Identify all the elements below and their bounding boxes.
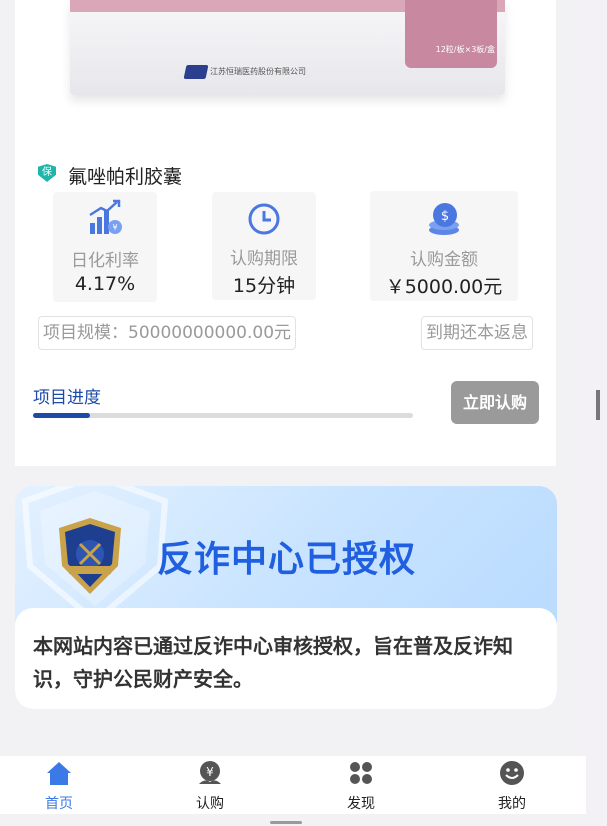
svg-text:¥: ¥ [206, 765, 214, 779]
maker-logo [183, 65, 209, 79]
product-image: 12粒/板×3板/盒 江苏恒瑞医药股份有限公司 [70, 0, 505, 95]
tab-subscribe[interactable]: ¥ 认购 [170, 756, 250, 814]
stat-label: 认购金额 [410, 250, 478, 270]
tab-label: 发现 [347, 796, 375, 812]
home-indicator[interactable] [270, 821, 302, 824]
svg-text:¥: ¥ [112, 223, 117, 232]
tab-label: 首页 [45, 796, 73, 812]
tab-mine[interactable]: 我的 [472, 756, 552, 814]
tab-discover[interactable]: 发现 [321, 756, 401, 814]
guarantee-badge-icon: 保 [38, 164, 56, 182]
police-badge-icon [59, 518, 121, 594]
repayment-method: 到期还本返息 [421, 316, 533, 350]
stat-daily-rate: ¥ 日化利率 4.17% [53, 192, 157, 302]
stat-amount: $ 认购金额 ￥5000.00元 [370, 191, 518, 301]
box-label-panel [405, 0, 497, 68]
stat-term: 认购期限 15分钟 [212, 192, 316, 300]
anti-fraud-title: 反诈中心已授权 [157, 539, 417, 580]
anti-fraud-body: 本网站内容已通过反诈中心审核授权，旨在普及反诈知识，守护公民财产安全。 [15, 608, 557, 709]
discover-icon [350, 762, 372, 784]
svg-text:$: $ [441, 209, 449, 224]
bottom-tab-bar: 首页 ¥ 认购 发现 我的 [0, 756, 586, 814]
progress-bar [33, 413, 413, 418]
anti-fraud-card: 反诈中心已授权 本网站内容已通过反诈中心审核授权，旨在普及反诈知识，守护公民财产… [15, 486, 557, 709]
stat-value: 4.17% [74, 273, 136, 295]
tab-label: 认购 [196, 796, 224, 812]
pack-spec: 12粒/板×3板/盒 [435, 45, 495, 54]
product-card[interactable]: 12粒/板×3板/盒 江苏恒瑞医药股份有限公司 保 氟唑帕利胶囊 ¥ 日化利率 … [15, 0, 556, 466]
project-scale: 项目规模：50000000000.00元 [38, 316, 297, 350]
subscribe-now-button[interactable]: 立即认购 [451, 381, 539, 424]
product-name: 氟唑帕利胶囊 [68, 166, 183, 188]
stat-label: 日化利率 [71, 251, 139, 271]
subscribe-icon: ¥ [199, 761, 221, 784]
tab-label: 我的 [498, 796, 526, 812]
home-icon [47, 762, 71, 785]
stat-value: ￥5000.00元 [385, 276, 503, 298]
scrollbar-handle[interactable] [596, 390, 600, 420]
progress-fill [33, 413, 90, 418]
growth-chart-icon: ¥ [89, 199, 122, 234]
stat-label: 认购期限 [230, 249, 298, 269]
smiley-icon [500, 761, 524, 785]
maker-name: 江苏恒瑞医药股份有限公司 [210, 67, 306, 76]
stat-value: 15分钟 [232, 275, 296, 297]
clock-icon [248, 203, 280, 235]
coins-icon: $ [429, 203, 459, 235]
tab-home[interactable]: 首页 [19, 756, 99, 814]
progress-label: 项目进度 [33, 388, 101, 408]
